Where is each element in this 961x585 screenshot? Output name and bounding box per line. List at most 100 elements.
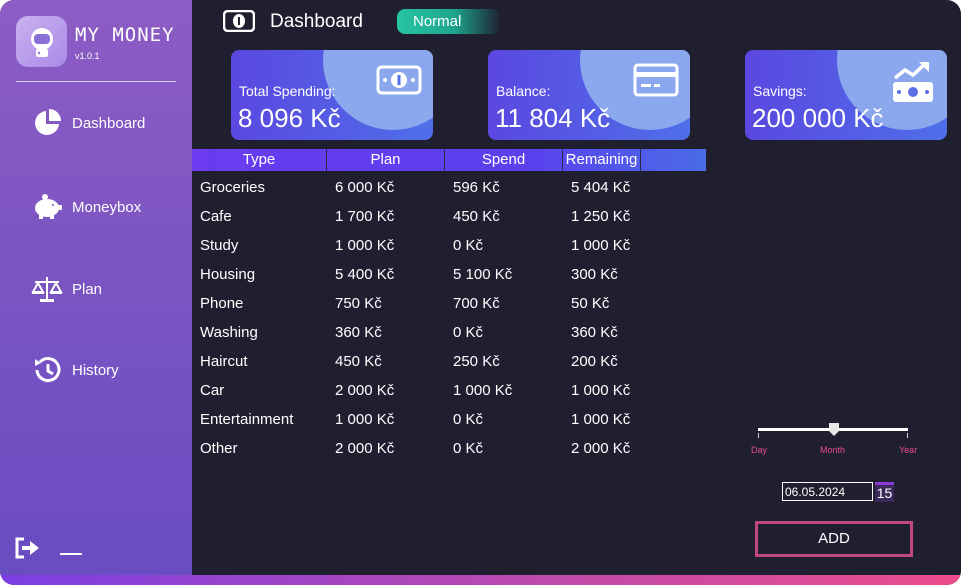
sidebar-item-label: History (72, 361, 119, 379)
cell-type: Study (200, 237, 239, 254)
cell-type: Housing (200, 266, 256, 283)
table-row[interactable]: Study 1 000 Kč 0 Kč 1 000 Kč (192, 231, 706, 260)
table-row[interactable]: Housing 5 400 Kč 5 100 Kč 300 Kč (192, 260, 706, 289)
cell-remaining: 5 404 Kč (571, 179, 631, 196)
sidebar-item-moneybox[interactable]: Moneybox (30, 190, 141, 224)
cell-remaining: 360 Kč (571, 324, 618, 341)
slider-tick (907, 433, 908, 438)
cell-remaining: 200 Kč (571, 353, 618, 370)
cell-spend: 1 000 Kč (453, 382, 513, 399)
cell-spend: 450 Kč (453, 208, 500, 225)
page-title: Dashboard (270, 11, 363, 32)
banknote-icon (222, 9, 256, 33)
cell-remaining: 1 000 Kč (571, 411, 631, 428)
table-header: Type Plan Spend Remaining (192, 149, 706, 171)
calendar-icon[interactable]: 15 (875, 482, 894, 502)
table-row[interactable]: Cafe 1 700 Kč 450 Kč 1 250 Kč (192, 202, 706, 231)
app-logo (16, 16, 67, 67)
date-input[interactable] (782, 482, 873, 501)
cell-type: Cafe (200, 208, 232, 225)
card-value: 200 000 Kč (752, 103, 884, 133)
cell-type: Phone (200, 295, 244, 312)
column-header-spend[interactable]: Spend (445, 149, 563, 171)
cell-plan: 2 000 Kč (335, 440, 395, 457)
table-row[interactable]: Car 2 000 Kč 1 000 Kč 1 000 Kč (192, 376, 706, 405)
minimize-button[interactable] (60, 549, 84, 557)
scales-icon (30, 272, 64, 306)
cell-remaining: 1 000 Kč (571, 382, 631, 399)
cell-plan: 750 Kč (335, 295, 382, 312)
balance-card: Balance: 11 804 Kč (488, 50, 690, 140)
cell-spend: 700 Kč (453, 295, 500, 312)
cell-spend: 250 Kč (453, 353, 500, 370)
cell-remaining: 2 000 Kč (571, 440, 631, 457)
cell-spend: 0 Kč (453, 440, 484, 457)
logout-button[interactable] (14, 537, 40, 559)
table-row[interactable]: Entertainment 1 000 Kč 0 Kč 1 000 Kč (192, 405, 706, 434)
cell-spend: 0 Kč (453, 237, 484, 254)
history-icon (30, 353, 64, 387)
sidebar-item-plan[interactable]: Plan (30, 272, 102, 306)
cell-plan: 5 400 Kč (335, 266, 395, 283)
sidebar-item-label: Moneybox (72, 198, 142, 216)
cell-plan: 450 Kč (335, 353, 382, 370)
sidebar-item-history[interactable]: History (30, 353, 119, 387)
slider-label-year: Year (899, 445, 918, 455)
table-row[interactable]: Haircut 450 Kč 250 Kč 200 Kč (192, 347, 706, 376)
sidebar-item-label: Plan (72, 280, 103, 298)
bottom-accent-bar (0, 575, 961, 585)
slider-label-day: Day (751, 445, 768, 455)
cell-plan: 1 700 Kč (335, 208, 395, 225)
cell-plan: 2 000 Kč (335, 382, 395, 399)
cell-spend: 0 Kč (453, 411, 484, 428)
column-header-plan[interactable]: Plan (327, 149, 445, 171)
cell-type: Car (200, 382, 225, 399)
add-button[interactable]: ADD (755, 521, 913, 557)
slider-label-month: Month (820, 445, 846, 455)
cell-type: Groceries (200, 179, 266, 196)
table-body: Groceries 6 000 Kč 596 Kč 5 404 Kč Cafe 1 700… (192, 171, 706, 463)
budget-table: Type Plan Spend Remaining Groceries 6 000… (192, 149, 706, 463)
banknote-icon (375, 60, 423, 100)
sidebar-item-dashboard[interactable]: Dashboard (30, 106, 145, 140)
savings-card: Savings: 200 000 Kč (745, 50, 947, 140)
app-title: MY MONEY (75, 24, 175, 46)
sidebar-divider (16, 81, 176, 82)
mode-toggle[interactable]: Normal (397, 9, 501, 34)
app-window: MY MONEY v1.0.1 Dashboard Moneybox Plan … (0, 0, 961, 585)
cell-plan: 1 000 Kč (335, 411, 395, 428)
credit-card-icon (632, 60, 680, 100)
cell-remaining: 1 000 Kč (571, 237, 631, 254)
table-row[interactable]: Groceries 6 000 Kč 596 Kč 5 404 Kč (192, 173, 706, 202)
cell-type: Entertainment (200, 411, 294, 428)
column-header-type[interactable]: Type (192, 149, 327, 171)
card-label: Total Spending: (239, 83, 336, 99)
card-label: Balance: (496, 83, 551, 99)
table-row[interactable]: Other 2 000 Kč 0 Kč 2 000 Kč (192, 434, 706, 463)
piggy-bank-icon (30, 190, 64, 224)
cell-spend: 0 Kč (453, 324, 484, 341)
money-growth-icon (889, 60, 937, 102)
table-row[interactable]: Phone 750 Kč 700 Kč 50 Kč (192, 289, 706, 318)
cell-plan: 1 000 Kč (335, 237, 395, 254)
cell-spend: 596 Kč (453, 179, 500, 196)
column-header-filler (641, 149, 706, 171)
cell-type: Washing (200, 324, 258, 341)
column-header-remaining[interactable]: Remaining (563, 149, 641, 171)
table-row[interactable]: Washing 360 Kč 0 Kč 360 Kč (192, 318, 706, 347)
app-version: v1.0.1 (75, 51, 100, 61)
cell-remaining: 1 250 Kč (571, 208, 631, 225)
cell-type: Haircut (200, 353, 248, 370)
pie-chart-icon (30, 106, 64, 140)
sidebar-item-label: Dashboard (72, 114, 146, 132)
cell-plan: 6 000 Kč (335, 179, 395, 196)
minimize-icon (60, 553, 82, 555)
total-spending-card: Total Spending: 8 096 Kč (231, 50, 433, 140)
card-value: 8 096 Kč (238, 103, 341, 133)
slider-thumb[interactable] (829, 423, 839, 436)
logout-icon (15, 537, 39, 559)
astronaut-icon (30, 27, 53, 57)
slider-tick (758, 433, 759, 438)
cell-plan: 360 Kč (335, 324, 382, 341)
card-value: 11 804 Kč (495, 103, 611, 133)
